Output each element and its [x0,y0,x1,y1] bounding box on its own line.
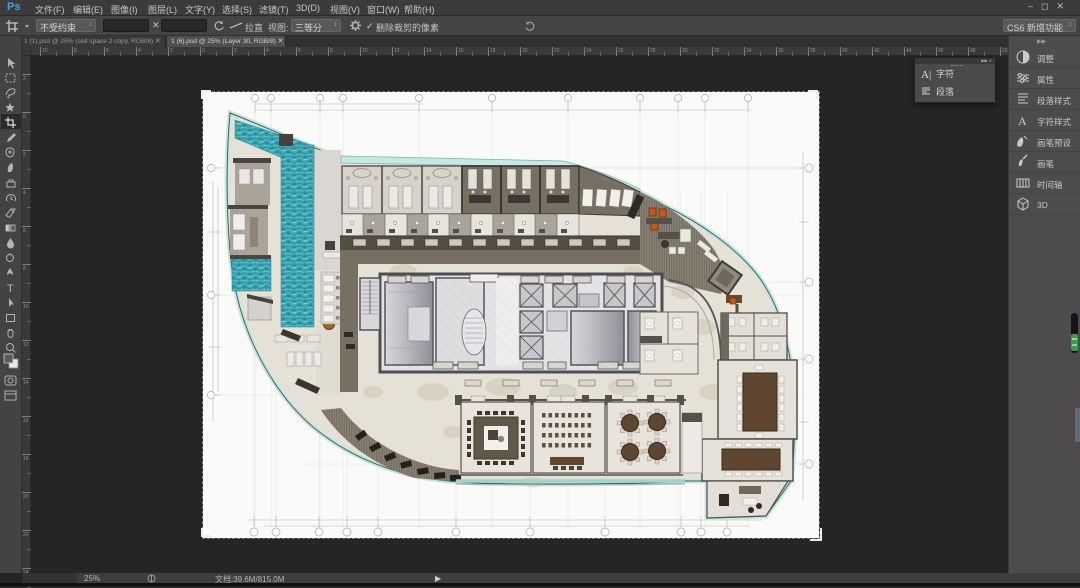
svg-text:T: T [7,283,14,295]
svg-text:A: A [1018,114,1027,128]
